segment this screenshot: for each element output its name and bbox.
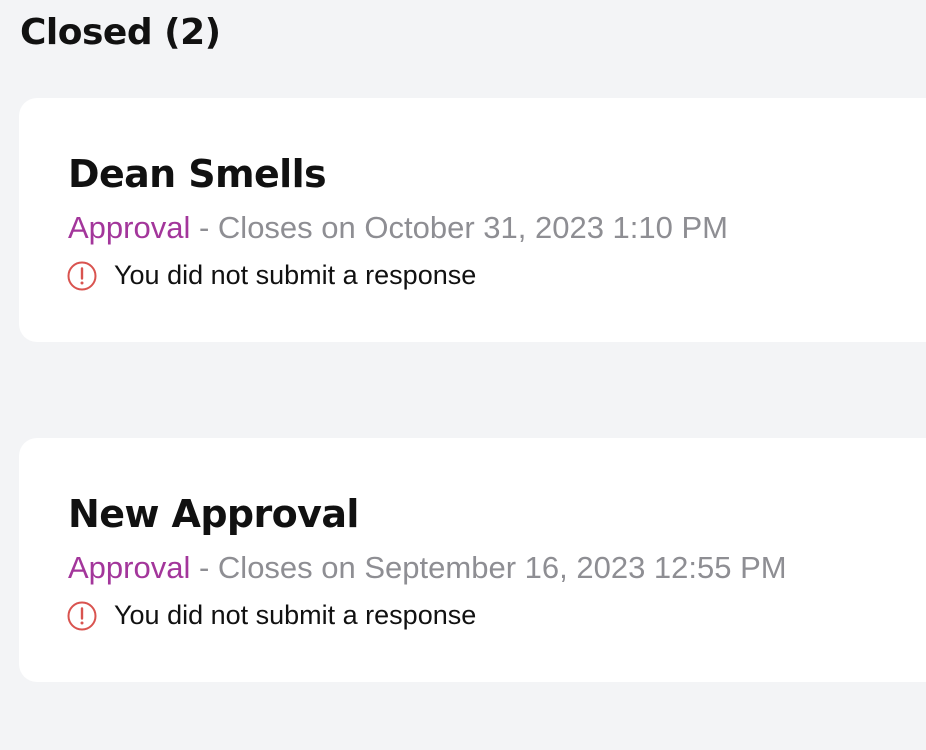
card-type: Approval: [68, 210, 191, 245]
response-status: You did not submit a response: [67, 600, 476, 631]
card-title: New Approval: [68, 492, 359, 536]
card-meta: Approval - Closes on October 31, 2023 1:…: [68, 210, 728, 246]
meta-separator: -: [190, 550, 218, 585]
close-date: Closes on October 31, 2023 1:10 PM: [217, 210, 728, 245]
approval-card[interactable]: New Approval Approval - Closes on Septem…: [19, 438, 926, 682]
section-title: Closed (2): [20, 12, 221, 53]
status-text: You did not submit a response: [114, 260, 477, 290]
alert-circle-icon: [67, 601, 97, 630]
response-status: You did not submit a response: [67, 260, 476, 291]
close-date: Closes on September 16, 2023 12:55 PM: [217, 550, 787, 585]
status-text: You did not submit a response: [114, 600, 477, 630]
card-type: Approval: [68, 550, 191, 585]
approval-card[interactable]: Dean Smells Approval - Closes on October…: [19, 98, 926, 342]
card-title: Dean Smells: [68, 152, 327, 196]
meta-separator: -: [190, 210, 218, 245]
card-meta: Approval - Closes on September 16, 2023 …: [68, 550, 787, 586]
alert-circle-icon: [67, 261, 97, 290]
